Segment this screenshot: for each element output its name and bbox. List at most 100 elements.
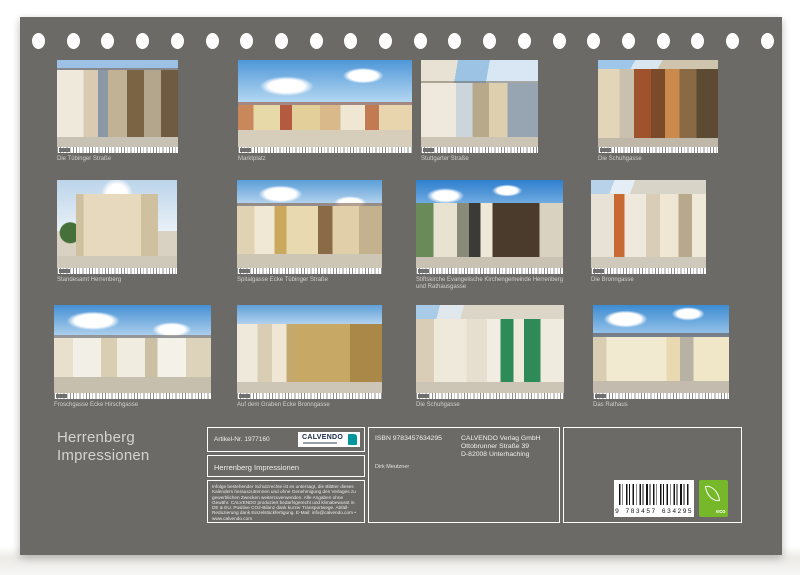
thumbnail-caption: Die Schuhgasse xyxy=(416,402,460,409)
thumbnail-datestrip xyxy=(57,147,178,153)
binding-hole xyxy=(171,33,184,49)
binding-hole xyxy=(691,33,704,49)
thumbnail-datestrip xyxy=(598,147,718,153)
thumbnail-schuhgasse-2: Die Schuhgasse xyxy=(416,305,564,399)
article-number: Artikel-Nr. 1977160 xyxy=(214,436,270,443)
calendar-title: Herrenberg Impressionen xyxy=(57,429,149,464)
legal-box: Infolge bestehender Schutzrechte ist es … xyxy=(207,480,365,523)
binding-hole xyxy=(657,33,670,49)
thumbnail-stuttgarter-strasse: Stuttgarter Straße xyxy=(421,60,538,153)
calendar-back-cover: Die Tübinger Straße Marktplatz Stuttgart… xyxy=(20,17,782,555)
publisher-address: CALVENDO Verlag GmbH Ottobrunner Straße … xyxy=(461,435,541,459)
binding-hole xyxy=(483,33,496,49)
binding-hole xyxy=(101,33,114,49)
page-background: Die Tübinger Straße Marktplatz Stuttgart… xyxy=(0,0,800,575)
thumbnail-caption: Stuttgarter Straße xyxy=(421,156,469,163)
thumbnail-caption: Stiftskirche Evangelische Kirchengemeind… xyxy=(416,277,574,291)
thumbnail-rathaus: Das Rathaus xyxy=(593,305,729,399)
binding-hole xyxy=(414,33,427,49)
thumbnail-caption: Die Schuhgasse xyxy=(598,156,642,163)
thumbnail-datestrip xyxy=(593,393,729,399)
thumbnail-datestrip xyxy=(416,268,563,274)
thumbnail-photo xyxy=(57,60,178,147)
binding-hole xyxy=(344,33,357,49)
binding-hole xyxy=(32,33,45,49)
thumbnail-datestrip xyxy=(237,393,382,399)
binding-holes xyxy=(32,32,774,49)
eco-logo: eco xyxy=(699,480,728,517)
isbn-text: ISBN 9783457634295 xyxy=(375,435,442,442)
binding-hole xyxy=(67,33,80,49)
thumbnail-bronngasse: Die Bronngasse xyxy=(591,180,706,274)
product-title-box: Herrenberg Impressionen xyxy=(207,455,365,477)
binding-hole xyxy=(761,33,774,49)
thumbnail-photo xyxy=(421,60,538,147)
thumbnail-tuebinger-strasse: Die Tübinger Straße xyxy=(57,60,178,153)
barcode-box: 9 783457 634295 eco xyxy=(563,427,742,523)
barcode-bars xyxy=(619,484,689,505)
thumbnail-spitalgasse: Spitalgasse Ecke Tübinger Straße xyxy=(237,180,382,274)
thumbnail-datestrip xyxy=(57,268,177,274)
thumbnail-datestrip xyxy=(238,147,412,153)
thumbnail-datestrip xyxy=(54,393,211,399)
barcode-digits: 9 783457 634295 xyxy=(614,508,694,515)
thumbnail-marktplatz: Marktplatz xyxy=(238,60,412,153)
legal-text: Infolge bestehender Schutzrechte ist es … xyxy=(212,484,361,521)
thumbnail-standesamt: Standesamt Herrenberg xyxy=(57,180,177,274)
binding-hole xyxy=(726,33,739,49)
thumbnail-photo xyxy=(598,60,718,147)
leaf-icon xyxy=(705,484,720,503)
thumbnail-photo xyxy=(57,180,177,268)
eco-label: eco xyxy=(716,509,725,515)
binding-hole xyxy=(448,33,461,49)
ean-barcode: 9 783457 634295 xyxy=(614,480,694,517)
thumbnail-photo xyxy=(237,180,382,268)
thumbnail-datestrip xyxy=(237,268,382,274)
calvendo-brand-text: CALVENDO xyxy=(302,434,343,441)
thumbnail-datestrip xyxy=(421,147,538,153)
thumbnail-photo xyxy=(238,60,412,147)
binding-hole xyxy=(275,33,288,49)
thumbnail-photo xyxy=(416,305,564,393)
isbn-publisher-box: ISBN 9783457634295 CALVENDO Verlag GmbH … xyxy=(368,427,560,523)
publisher-street: Ottobrunner Straße 39 xyxy=(461,443,541,451)
thumbnail-caption: Spitalgasse Ecke Tübinger Straße xyxy=(237,277,328,284)
thumbnail-datestrip xyxy=(591,268,706,274)
thumbnail-caption: Auf dem Graben Ecke Bronngasse xyxy=(237,402,330,409)
thumbnail-photo xyxy=(591,180,706,268)
thumbnail-auf-dem-graben: Auf dem Graben Ecke Bronngasse xyxy=(237,305,382,399)
binding-hole xyxy=(310,33,323,49)
thumbnail-photo xyxy=(416,180,563,268)
calvendo-tagline xyxy=(303,442,337,444)
thumbnail-caption: Standesamt Herrenberg xyxy=(57,277,121,284)
calendar-title-line2: Impressionen xyxy=(57,447,149,465)
thumbnail-photo xyxy=(54,305,211,393)
binding-hole xyxy=(587,33,600,49)
thumbnail-photo xyxy=(237,305,382,393)
thumbnail-photo xyxy=(593,305,729,393)
thumbnail-caption: Marktplatz xyxy=(238,156,266,163)
binding-hole xyxy=(136,33,149,49)
binding-hole xyxy=(379,33,392,49)
article-number-box: Artikel-Nr. 1977160 CALVENDO xyxy=(207,427,365,452)
calendar-title-line1: Herrenberg xyxy=(57,429,149,447)
binding-hole xyxy=(240,33,253,49)
thumbnail-froschgasse: Froschgasse Ecke Hirschgasse xyxy=(54,305,211,399)
thumbnail-schuhgasse-1: Die Schuhgasse xyxy=(598,60,718,153)
calvendo-logo: CALVENDO xyxy=(298,432,360,447)
thumbnail-caption: Das Rathaus xyxy=(593,402,628,409)
calvendo-mark-icon xyxy=(348,434,357,445)
thumbnail-caption: Froschgasse Ecke Hirschgasse xyxy=(54,402,138,409)
author-name: Dirk Meutzner xyxy=(375,464,409,470)
thumbnail-caption: Die Bronngasse xyxy=(591,277,634,284)
binding-hole xyxy=(206,33,219,49)
publisher-name: CALVENDO Verlag GmbH xyxy=(461,435,541,443)
binding-hole xyxy=(518,33,531,49)
binding-hole xyxy=(553,33,566,49)
thumbnail-stiftskirche: Stiftskirche Evangelische Kirchengemeind… xyxy=(416,180,563,274)
thumbnail-datestrip xyxy=(416,393,564,399)
product-title: Herrenberg Impressionen xyxy=(214,463,299,472)
thumbnail-caption: Die Tübinger Straße xyxy=(57,156,111,163)
binding-hole xyxy=(622,33,635,49)
publisher-city: D-82008 Unterhaching xyxy=(461,451,541,459)
